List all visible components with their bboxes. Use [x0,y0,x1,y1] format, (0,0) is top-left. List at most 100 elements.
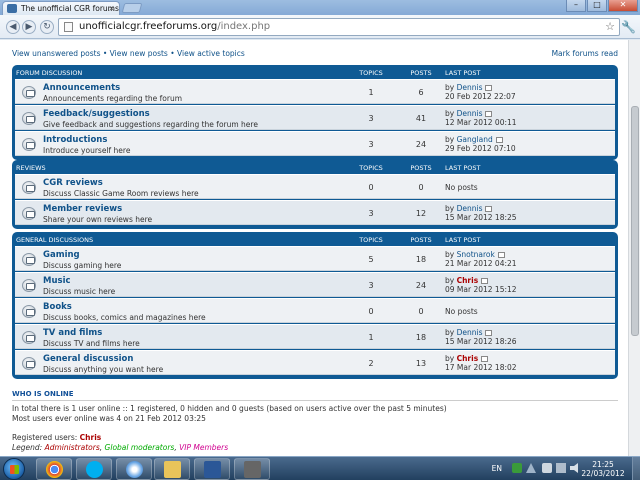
language-indicator[interactable]: EN [492,464,502,473]
category-title[interactable]: REVIEWS [16,162,46,174]
clock-time: 21:25 [592,460,614,469]
page-icon [64,22,73,32]
registered-user-link[interactable]: Chris [80,433,102,442]
taskbar-word-icon[interactable] [194,458,230,480]
view-latest-post-icon[interactable] [485,111,493,117]
reload-button[interactable]: ↻ [40,20,54,34]
taskbar-skype-icon[interactable] [76,458,112,480]
last-poster-link[interactable]: Dennis [457,328,483,337]
forum-post-count: 0 [418,307,424,316]
no-posts-text: No posts [445,183,478,192]
online-summary: In total there is 1 user online :: 1 reg… [12,404,447,413]
forum-title-link[interactable]: Member reviews [43,204,122,214]
forum-description: Discuss TV and films here [43,339,140,348]
view-links[interactable]: View unanswered posts • View new posts •… [12,49,245,58]
forum-title-link[interactable]: Announcements [43,83,120,93]
last-post-date: 17 Mar 2012 18:02 [445,363,517,372]
forum-title-link[interactable]: Introductions [43,135,107,145]
last-post-date: 21 Mar 2012 04:21 [445,259,517,268]
last-post-date: 20 Feb 2012 22:07 [445,92,516,101]
category-title[interactable]: GENERAL DISCUSSIONS [16,234,93,246]
by-prefix: by [445,328,457,337]
forum-row: Gaming Discuss gaming here 5 18 by Snotnarok… [15,246,615,271]
page-scrollbar[interactable] [628,40,640,456]
last-post-info: by Snotnarok 21 Mar 2012 04:21 [445,250,517,268]
close-window-button[interactable]: ✕ [608,0,638,12]
back-button[interactable]: ◀ [6,20,20,34]
last-poster-link[interactable]: Dennis [457,109,483,118]
who-online-heading: WHO IS ONLINE [12,390,618,401]
forum-category: GENERAL DISCUSSIONS TOPICS POSTS LAST POST G… [12,232,618,379]
topics-header: TOPICS [359,69,383,77]
view-latest-post-icon[interactable] [485,85,493,91]
forum-read-icon [22,305,36,318]
last-post-info: No posts [445,302,478,316]
start-button[interactable] [3,458,25,480]
last-post-date: 29 Feb 2012 07:10 [445,144,516,153]
forum-post-count: 0 [418,183,424,192]
forum-post-count: 18 [415,255,427,264]
last-poster-link[interactable]: Dennis [457,83,483,92]
new-tab-button[interactable] [121,3,143,13]
tab-close-icon[interactable]: × [108,2,115,15]
view-latest-post-icon[interactable] [495,137,503,143]
forum-title-link[interactable]: Feedback/suggestions [43,109,150,119]
network-icon[interactable] [556,463,566,473]
taskbar-explorer-icon[interactable] [154,458,190,480]
forum-read-icon [22,112,36,125]
category-title[interactable]: FORUM DISCUSSION [16,67,82,79]
forum-post-count: 41 [415,114,427,123]
url-host: unofficialcgr.freeforums.org [79,21,218,32]
scrollbar-thumb[interactable] [631,106,639,336]
view-latest-post-icon[interactable] [481,356,489,362]
view-latest-post-icon[interactable] [485,330,493,336]
last-post-info: by Chris 17 Mar 2012 18:02 [445,354,517,372]
view-latest-post-icon[interactable] [481,278,489,284]
last-post-info: by Dennis 15 Mar 2012 18:26 [445,328,517,346]
registered-users: Registered users: Chris [12,433,618,443]
taskbar-media-icon[interactable] [234,458,270,480]
address-bar[interactable]: unofficialcgr.freeforums.org/index.php ☆ [58,18,620,36]
last-post-info: No posts [445,178,478,192]
forum-read-icon [22,86,36,99]
category-header: FORUM DISCUSSION TOPICS POSTS LAST POST [15,67,615,79]
mark-forums-read-link[interactable]: Mark forums read [552,49,618,58]
last-post-info: by Gangland 29 Feb 2012 07:10 [445,135,516,153]
forum-title-link[interactable]: General discussion [43,354,133,364]
legend-admins-link[interactable]: Administrators [45,443,100,452]
forward-button[interactable]: ▶ [22,20,36,34]
last-poster-link[interactable]: Chris [457,276,479,285]
last-poster-link[interactable]: Gangland [457,135,493,144]
view-latest-post-icon[interactable] [485,206,493,212]
wrench-menu-icon[interactable]: 🔧 [621,20,636,34]
legend-label: Legend: [12,442,45,452]
show-desktop-button[interactable] [632,457,640,480]
forum-row: Books Discuss books, comics and magazines… [15,298,615,323]
flag-icon[interactable] [542,463,552,473]
bookmark-star-icon[interactable]: ☆ [605,19,615,35]
legend-vip-link[interactable]: VIP Members [179,443,228,452]
taskbar-chrome-icon[interactable] [36,458,72,480]
last-poster-link[interactable]: Snotnarok [457,250,495,259]
taskbar-itunes-icon[interactable] [116,458,152,480]
forum-title-link[interactable]: TV and films [43,328,102,338]
forum-description: Discuss music here [43,287,116,296]
view-latest-post-icon[interactable] [497,252,505,258]
last-poster-link[interactable]: Chris [457,354,479,363]
show-hidden-icons-icon[interactable] [526,463,536,473]
minimize-button[interactable]: – [566,0,586,12]
last-poster-link[interactable]: Dennis [457,204,483,213]
forum-title-link[interactable]: Gaming [43,250,80,260]
browser-tab[interactable]: The unofficial CGR forums × [2,1,120,15]
tray-app-icon[interactable] [512,463,522,473]
forum-title-link[interactable]: CGR reviews [43,178,103,188]
forum-topic-count: 1 [368,333,374,342]
forum-row: Member reviews Share your own reviews her… [15,200,615,225]
clock[interactable]: 21:25 22/03/2012 [578,460,628,478]
forum-title-link[interactable]: Music [43,276,71,286]
forum-title-link[interactable]: Books [43,302,72,312]
maximize-button[interactable]: □ [587,0,607,12]
forum-topbar: View unanswered posts • View new posts •… [12,49,618,61]
legend-gmods-link[interactable]: Global moderators [105,443,175,452]
url-path: /index.php [217,21,271,32]
